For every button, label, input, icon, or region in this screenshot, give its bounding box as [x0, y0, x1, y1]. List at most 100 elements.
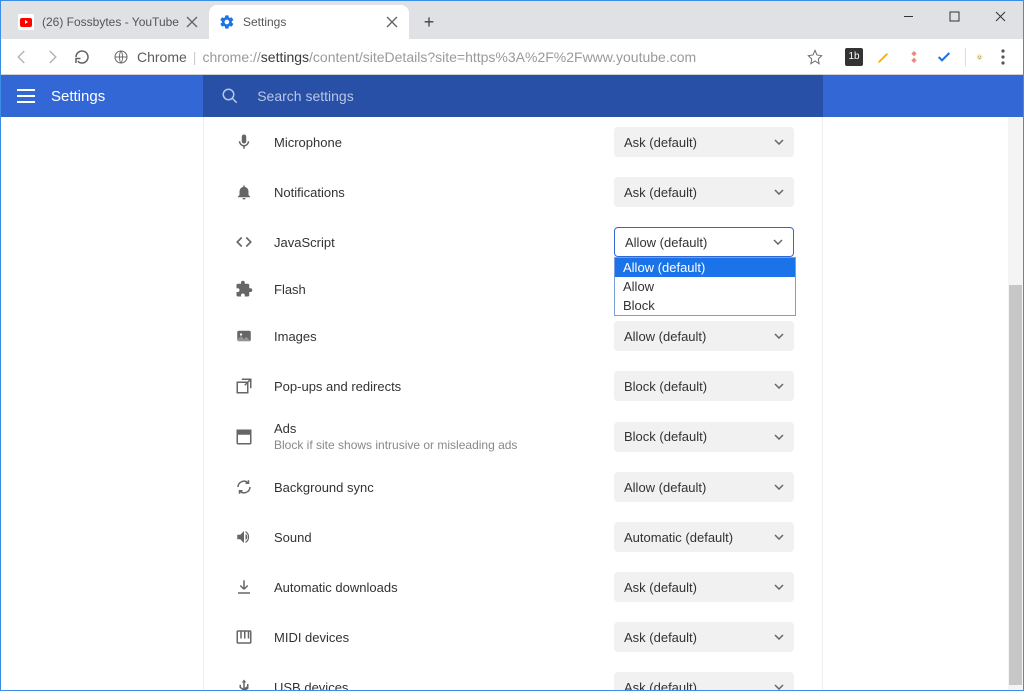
permission-row-midi-devices: MIDI devicesAsk (default): [204, 612, 822, 662]
popup-icon: [232, 377, 256, 395]
ext-icon-check[interactable]: [935, 48, 953, 66]
permission-select[interactable]: Ask (default): [614, 127, 794, 157]
usb-icon: [232, 678, 256, 690]
dropdown-option[interactable]: Allow: [615, 277, 795, 296]
menu-button[interactable]: [989, 43, 1017, 71]
search-input[interactable]: [257, 88, 805, 104]
browser-toolbar: Chrome | chrome://settings/content/siteD…: [1, 39, 1023, 75]
permission-value: Allow (default): [624, 329, 706, 344]
permission-value: Ask (default): [624, 630, 697, 645]
permission-label: Images: [274, 329, 614, 344]
permission-select[interactable]: Block (default): [614, 422, 794, 452]
permission-select[interactable]: Allow (default)Allow (default)AllowBlock: [614, 227, 794, 257]
permission-value: Block (default): [624, 429, 707, 444]
permission-select[interactable]: Automatic (default): [614, 522, 794, 552]
permission-label: AdsBlock if site shows intrusive or misl…: [274, 421, 614, 452]
search-icon: [221, 87, 239, 105]
permission-row-ads: AdsBlock if site shows intrusive or misl…: [204, 411, 822, 462]
tab-youtube[interactable]: (26) Fossbytes - YouTube: [8, 5, 209, 39]
ext-icon-1b[interactable]: 1b: [845, 48, 863, 66]
address-bar[interactable]: Chrome | chrome://settings/content/siteD…: [103, 43, 833, 71]
permission-label: JavaScript: [274, 235, 614, 250]
close-window-button[interactable]: [977, 1, 1023, 31]
permission-value: Automatic (default): [624, 530, 733, 545]
permission-row-pop-ups-and-redirects: Pop-ups and redirects Block (default): [204, 361, 822, 411]
permission-select[interactable]: Ask (default): [614, 177, 794, 207]
permission-row-microphone: Microphone Ask (default): [204, 117, 822, 167]
chevron-down-icon: [774, 189, 784, 195]
maximize-button[interactable]: [931, 1, 977, 31]
permission-value: Ask (default): [624, 580, 697, 595]
permission-label: Pop-ups and redirects: [274, 379, 614, 394]
gear-icon: [219, 14, 235, 30]
chevron-down-icon: [774, 534, 784, 540]
permission-row-automatic-downloads: Automatic downloads Ask (default): [204, 562, 822, 612]
chevron-down-icon: [773, 239, 783, 245]
chevron-down-icon: [774, 634, 784, 640]
chevron-down-icon: [774, 434, 784, 440]
chevron-down-icon: [774, 139, 784, 145]
forward-button[interactable]: [37, 42, 67, 72]
permission-select[interactable]: Allow (default): [614, 472, 794, 502]
permission-label: Automatic downloads: [274, 580, 614, 595]
youtube-icon: [18, 14, 34, 30]
tab-title: (26) Fossbytes - YouTube: [42, 15, 179, 29]
bell-icon: [232, 183, 256, 201]
chevron-down-icon: [774, 684, 784, 690]
window-controls: [885, 1, 1023, 31]
close-icon[interactable]: [385, 15, 399, 29]
settings-search[interactable]: [203, 75, 823, 117]
browser-tabs: (26) Fossbytes - YouTube Settings +: [8, 5, 443, 39]
profile-avatar[interactable]: [965, 48, 983, 66]
dropdown-option[interactable]: Allow (default): [615, 258, 795, 277]
omnibox-url: chrome://settings/content/siteDetails?si…: [202, 49, 807, 65]
permission-label: Notifications: [274, 185, 614, 200]
omnibox-label: Chrome: [137, 49, 187, 65]
download-icon: [232, 578, 256, 596]
scrollbar[interactable]: [1008, 117, 1023, 690]
permission-select[interactable]: Allow (default): [614, 321, 794, 351]
ext-icon-diamond[interactable]: [905, 48, 923, 66]
bookmark-star-icon[interactable]: [807, 49, 823, 65]
permission-row-usb-devices: USB devicesAsk (default): [204, 662, 822, 690]
chevron-down-icon: [774, 383, 784, 389]
globe-icon: [113, 49, 129, 65]
sound-icon: [232, 528, 256, 546]
page-title: Settings: [51, 88, 105, 105]
chevron-down-icon: [774, 333, 784, 339]
scrollbar-thumb[interactable]: [1009, 285, 1022, 685]
permission-row-notifications: NotificationsAsk (default): [204, 167, 822, 217]
minimize-button[interactable]: [885, 1, 931, 31]
permission-select[interactable]: Ask (default): [614, 622, 794, 652]
browser-titlebar: (26) Fossbytes - YouTube Settings +: [1, 1, 1023, 39]
permission-label: USB devices: [274, 680, 614, 691]
puzzle-icon: [232, 280, 256, 298]
close-icon[interactable]: [185, 15, 199, 29]
new-tab-button[interactable]: +: [415, 8, 443, 36]
permission-label: Microphone: [274, 135, 614, 150]
back-button[interactable]: [7, 42, 37, 72]
permission-label: Sound: [274, 530, 614, 545]
mic-icon: [232, 133, 256, 151]
settings-header: Settings: [1, 75, 1023, 117]
permission-label: Background sync: [274, 480, 614, 495]
permission-value: Ask (default): [624, 135, 697, 150]
tab-settings[interactable]: Settings: [209, 5, 409, 39]
code-icon: [232, 233, 256, 251]
permission-value: Allow (default): [625, 235, 707, 250]
permissions-list: MicrophoneAsk (default)NotificationsAsk …: [203, 117, 823, 690]
reload-button[interactable]: [67, 42, 97, 72]
midi-icon: [232, 628, 256, 646]
permission-value: Block (default): [624, 379, 707, 394]
extension-icons: 1b: [845, 48, 983, 66]
permission-row-javascript: JavaScriptAllow (default)Allow (default)…: [204, 217, 822, 267]
chevron-down-icon: [774, 484, 784, 490]
dropdown-option[interactable]: Block: [615, 296, 795, 315]
permission-row-images: Images Allow (default): [204, 311, 822, 361]
permission-select[interactable]: Ask (default): [614, 572, 794, 602]
tab-title: Settings: [243, 15, 379, 29]
ext-icon-pencil[interactable]: [875, 48, 893, 66]
permission-select[interactable]: Block (default): [614, 371, 794, 401]
permission-select[interactable]: Ask (default): [614, 672, 794, 690]
menu-icon[interactable]: [1, 89, 51, 103]
